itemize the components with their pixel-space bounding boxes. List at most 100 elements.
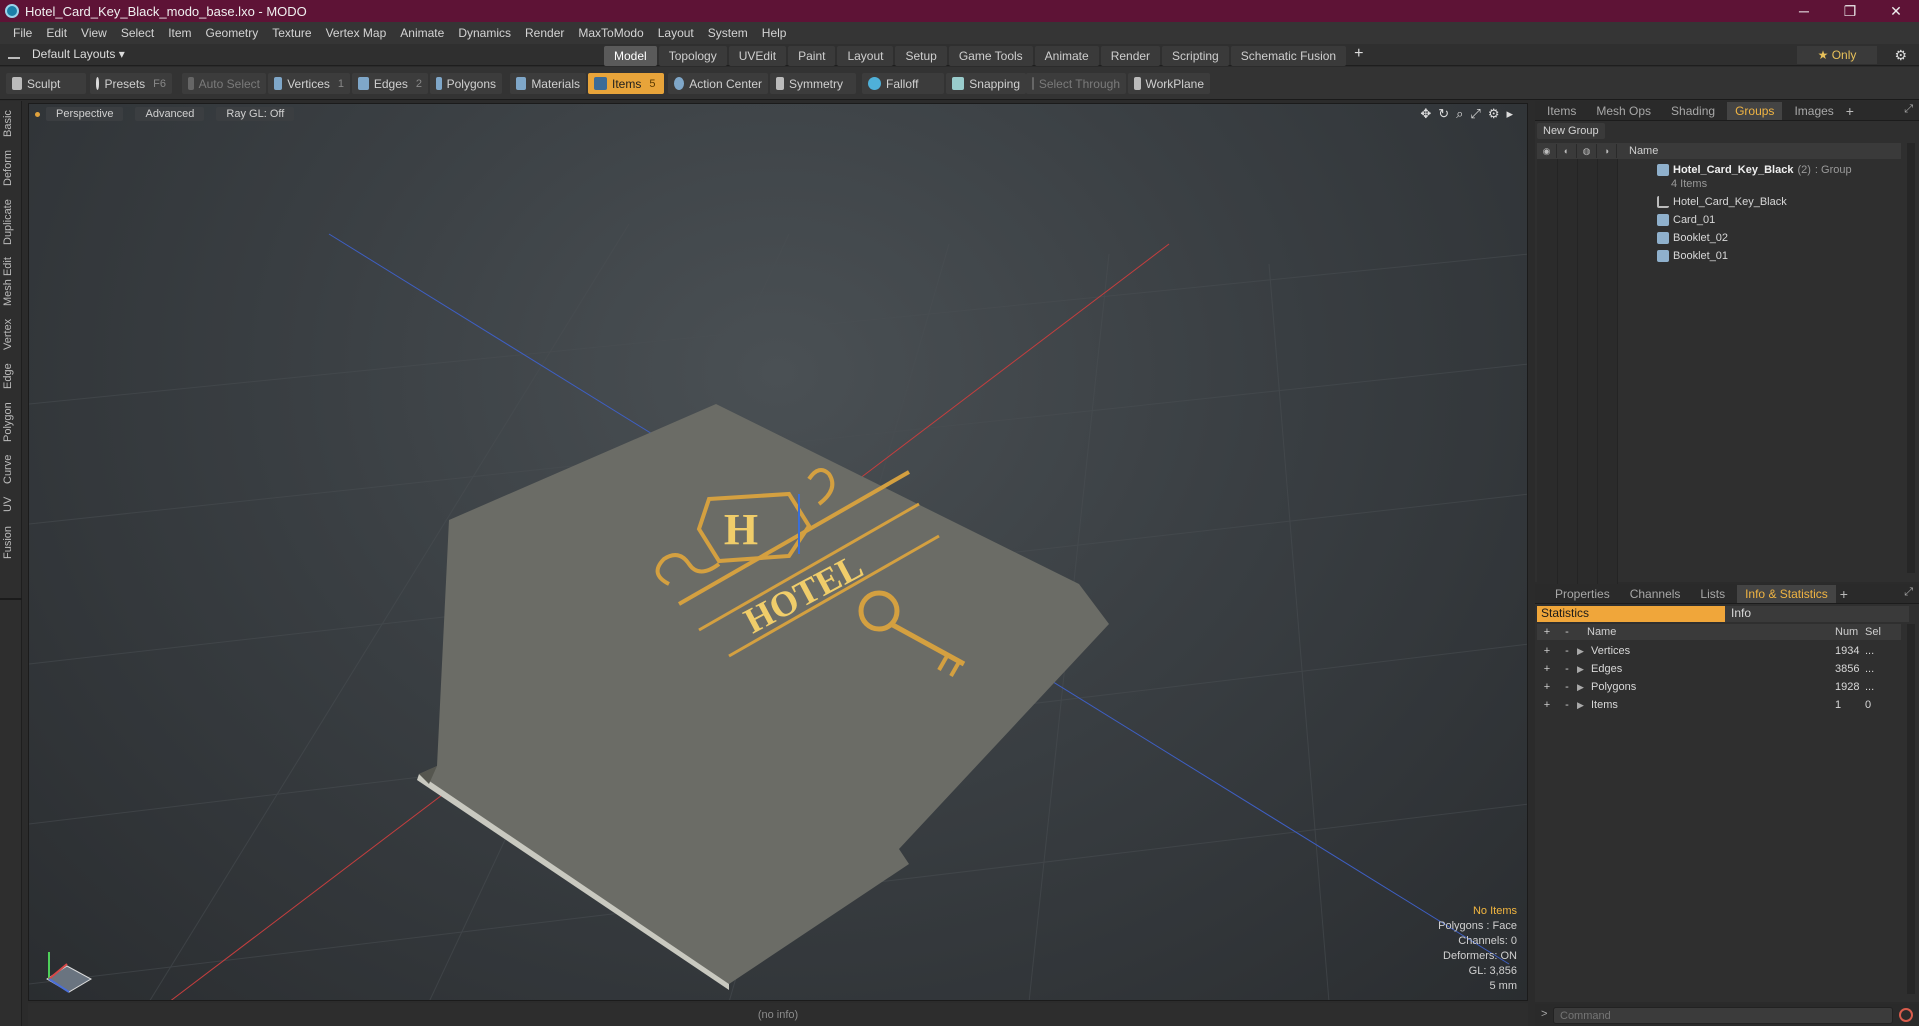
stats-row-items[interactable]: + - ▶ Items 1 0 [1537, 696, 1901, 714]
materials-button[interactable]: Materials [510, 73, 586, 94]
tab-channels[interactable]: Channels [1622, 585, 1689, 603]
zoom-icon[interactable]: ⌕ [1456, 106, 1463, 122]
symmetry-button[interactable]: Symmetry [770, 73, 856, 94]
stats-scrollbar[interactable] [1907, 624, 1915, 994]
vtab-mesh-edit[interactable]: Mesh Edit [2, 255, 20, 309]
tab-topology[interactable]: Topology [658, 46, 727, 66]
gear-icon[interactable]: ⚙ [1894, 47, 1907, 64]
3d-viewport[interactable]: H HOTEL Perspective Advanced Ray GL: Off… [28, 103, 1528, 1001]
menu-dynamics[interactable]: Dynamics [451, 26, 518, 40]
panel-expand-icon[interactable]: ⤢ [1904, 103, 1913, 116]
tab-properties[interactable]: Properties [1547, 585, 1618, 603]
items-button[interactable]: Items 5 [588, 73, 664, 94]
tab-scripting[interactable]: Scripting [1162, 46, 1229, 66]
vtab-uv[interactable]: UV [2, 493, 20, 515]
restore-button[interactable]: ❐ [1827, 0, 1873, 22]
presets-button[interactable]: Presets F6 [90, 73, 172, 94]
tab-animate[interactable]: Animate [1034, 46, 1099, 66]
stats-row-edges[interactable]: + - ▶ Edges 3856 ... [1537, 660, 1901, 678]
vtab-curve[interactable]: Curve [2, 451, 20, 487]
tab-model[interactable]: Model [604, 46, 657, 66]
collapse-minus-icon[interactable]: - [1557, 663, 1577, 675]
render-icon[interactable]: ◐ [1557, 144, 1577, 158]
visibility-eye-icon[interactable]: ◉ [1537, 144, 1557, 158]
minimize-button[interactable]: ─ [1781, 0, 1827, 22]
tab-game-tools[interactable]: Game Tools [948, 46, 1033, 66]
vtab-duplicate[interactable]: Duplicate [2, 195, 20, 249]
expand-plus-icon[interactable]: + [1537, 663, 1557, 675]
fit-icon[interactable]: ⤢ [1470, 106, 1480, 122]
expand-plus-icon[interactable]: + [1537, 645, 1557, 657]
vtab-basic[interactable]: Basic [2, 107, 20, 141]
expand-arrow-icon[interactable]: ▸ [1506, 106, 1513, 122]
collapse-minus-icon[interactable]: - [1557, 699, 1577, 711]
add-column-icon[interactable]: + [1537, 626, 1557, 638]
default-layouts-dropdown[interactable]: Default Layouts ▾ [8, 47, 125, 61]
menu-system[interactable]: System [701, 26, 755, 40]
group-child-row[interactable]: Card_01 [1537, 211, 1901, 229]
stats-row-polygons[interactable]: + - ▶ Polygons 1928 ... [1537, 678, 1901, 696]
edges-button[interactable]: Edges 2 [352, 73, 428, 94]
viewport-options-dot[interactable] [35, 111, 40, 117]
group-child-row[interactable]: Booklet_02 [1537, 229, 1901, 247]
workplane-button[interactable]: WorkPlane [1128, 73, 1210, 94]
tab-images[interactable]: Images [1786, 102, 1841, 120]
expand-triangle-icon[interactable]: ▶ [1577, 664, 1591, 675]
groups-scrollbar[interactable] [1907, 143, 1915, 573]
tab-info-statistics[interactable]: Info & Statistics [1737, 584, 1836, 603]
menu-select[interactable]: Select [114, 26, 161, 40]
menu-animate[interactable]: Animate [393, 26, 451, 40]
tab-schematic-fusion[interactable]: Schematic Fusion [1230, 46, 1347, 66]
menu-edit[interactable]: Edit [39, 26, 74, 40]
expand-triangle-icon[interactable]: ▶ [1577, 682, 1591, 693]
falloff-button[interactable]: Falloff [862, 73, 944, 94]
new-group-button[interactable]: New Group [1537, 123, 1605, 139]
add-tab-button[interactable]: + [1354, 46, 1363, 66]
advanced-dropdown[interactable]: Advanced [135, 107, 205, 121]
close-button[interactable]: ✕ [1873, 0, 1919, 22]
layout-collapse-icon[interactable] [8, 49, 20, 59]
vtab-edge[interactable]: Edge [2, 359, 20, 393]
auto-select-button[interactable]: Auto Select [182, 73, 266, 94]
stats-row-vertices[interactable]: + - ▶ Vertices 1934 ... [1537, 642, 1901, 660]
menu-texture[interactable]: Texture [265, 26, 318, 40]
only-toggle[interactable]: ★ Only [1797, 46, 1877, 64]
group-child-row[interactable]: Booklet_01 [1537, 247, 1901, 265]
perspective-dropdown[interactable]: Perspective [46, 107, 124, 121]
remove-column-icon[interactable]: - [1557, 626, 1577, 638]
command-record-icon[interactable] [1899, 1008, 1913, 1022]
expand-triangle-icon[interactable]: ▶ [1577, 700, 1591, 711]
select-icon[interactable]: ◑ [1597, 144, 1617, 158]
menu-file[interactable]: File [6, 26, 39, 40]
tab-items[interactable]: Items [1539, 102, 1584, 120]
add-stats-tab-button[interactable]: + [1840, 586, 1848, 602]
raygl-dropdown[interactable]: Ray GL: Off [216, 107, 295, 121]
menu-layout[interactable]: Layout [651, 26, 701, 40]
tab-render[interactable]: Render [1100, 46, 1161, 66]
menu-help[interactable]: Help [755, 26, 794, 40]
command-input[interactable] [1553, 1007, 1893, 1024]
snapping-button[interactable]: Snapping [946, 73, 1026, 94]
menu-vertex-map[interactable]: Vertex Map [319, 26, 394, 40]
menu-item[interactable]: Item [161, 26, 198, 40]
menu-render[interactable]: Render [518, 26, 571, 40]
viewport-settings-icon[interactable]: ⚙ [1488, 106, 1500, 122]
vtab-vertex[interactable]: Vertex [2, 315, 20, 353]
tab-layout[interactable]: Layout [837, 46, 894, 66]
expand-plus-icon[interactable]: + [1537, 681, 1557, 693]
rotate-icon[interactable]: ↻ [1438, 106, 1449, 122]
tab-shading[interactable]: Shading [1663, 102, 1723, 120]
info-tab[interactable]: Info [1725, 606, 1909, 622]
vtab-deform[interactable]: Deform [2, 147, 20, 189]
collapse-minus-icon[interactable]: - [1557, 645, 1577, 657]
vtab-polygon[interactable]: Polygon [2, 399, 20, 445]
add-panel-tab-button[interactable]: + [1846, 103, 1854, 119]
sculpt-button[interactable]: Sculpt [6, 73, 86, 94]
group-child-row[interactable]: Hotel_Card_Key_Black [1537, 193, 1901, 211]
tab-groups[interactable]: Groups [1727, 101, 1783, 120]
action-center-button[interactable]: Action Center [668, 73, 768, 94]
tab-setup[interactable]: Setup [895, 46, 947, 66]
expand-triangle-icon[interactable]: ▶ [1577, 646, 1591, 657]
menu-geometry[interactable]: Geometry [199, 26, 266, 40]
pan-icon[interactable]: ✥ [1420, 106, 1431, 122]
